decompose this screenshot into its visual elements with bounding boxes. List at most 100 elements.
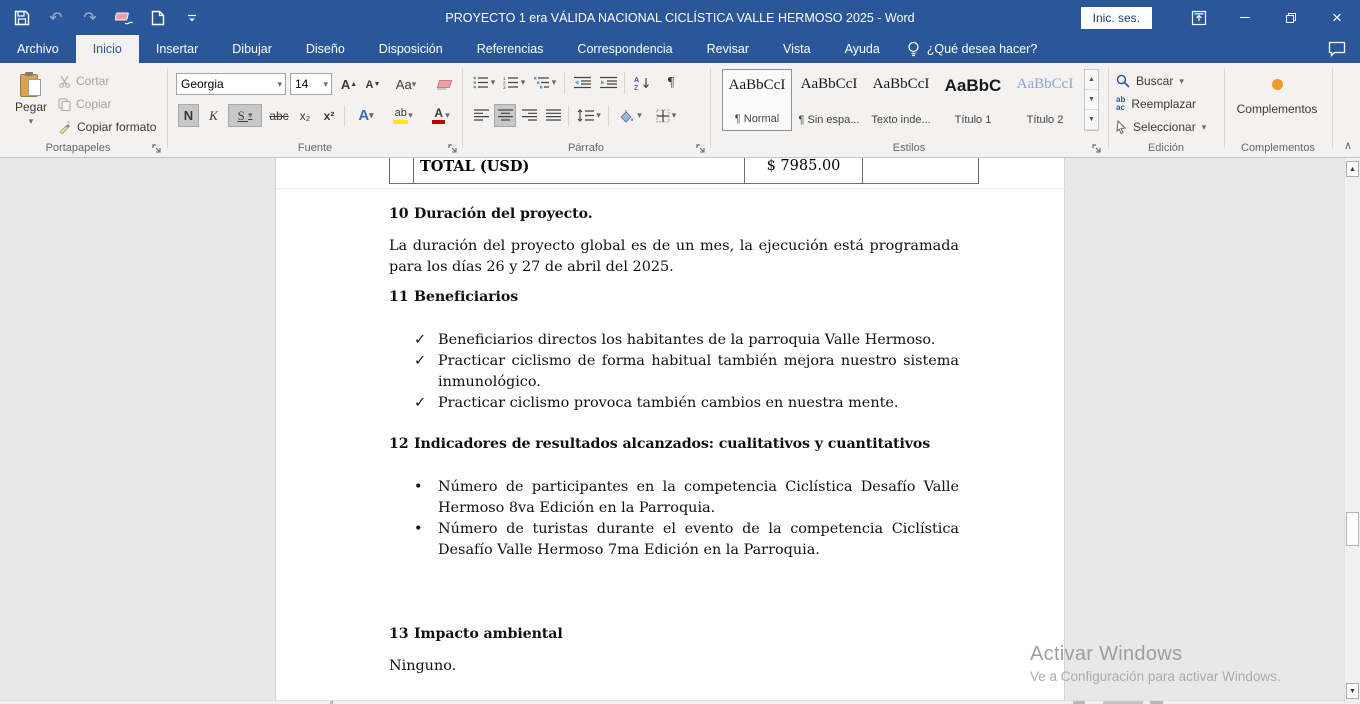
change-case-button[interactable]: Aa▾ xyxy=(390,73,422,96)
table-cell-total-label[interactable]: TOTAL (USD) xyxy=(414,158,745,184)
collapse-ribbon-icon[interactable]: ∧ xyxy=(1338,139,1358,155)
shrink-font-button[interactable]: A▼ xyxy=(362,73,384,96)
redo-icon[interactable]: ↷ xyxy=(80,8,100,28)
multilevel-list-button[interactable]: ▾ xyxy=(530,71,560,94)
numbered-list-button[interactable]: 123 ▾ xyxy=(500,71,528,94)
line-spacing-button[interactable]: ▾ xyxy=(574,104,604,127)
select-button[interactable]: Seleccionar ▾ xyxy=(1116,117,1206,137)
tab-disposición[interactable]: Disposición xyxy=(362,35,460,63)
new-document-icon[interactable] xyxy=(148,8,168,28)
tab-vista[interactable]: Vista xyxy=(766,35,828,63)
style-card-4[interactable]: AaBbCTítulo 1 xyxy=(938,69,1008,131)
close-button[interactable]: × xyxy=(1314,0,1360,35)
chevron-down-icon[interactable]: ▾ xyxy=(672,110,677,121)
tab-archivo[interactable]: Archivo xyxy=(0,35,76,63)
show-formatting-marks-button[interactable]: ¶ xyxy=(660,71,682,94)
styles-scroll-down-icon[interactable]: ▼ xyxy=(1085,90,1098,110)
chevron-down-icon[interactable]: ▾ xyxy=(637,110,642,121)
shading-button[interactable]: ▾ xyxy=(614,104,646,127)
chevron-down-icon[interactable]: ▾ xyxy=(1179,76,1184,87)
tab-revisar[interactable]: Revisar xyxy=(690,35,766,63)
table-cell-empty[interactable] xyxy=(390,158,414,184)
align-left-button[interactable] xyxy=(470,104,492,127)
document-canvas[interactable]: TOTAL (USD) $ 7985.00 10Duración del pro… xyxy=(0,158,1344,700)
grow-font-button[interactable]: A▲ xyxy=(338,73,360,96)
doc-sections[interactable]: 10Duración del proyecto.La duración del … xyxy=(389,187,959,677)
cut-button[interactable]: Cortar xyxy=(58,71,109,91)
borders-button[interactable]: ▾ xyxy=(650,104,682,127)
style-card-3[interactable]: AaBbCcITexto inde... xyxy=(866,69,936,131)
font-size-combobox[interactable]: ▾ xyxy=(290,73,332,95)
tell-me-box[interactable]: ¿Qué desea hacer? xyxy=(897,35,1048,63)
tab-ayuda[interactable]: Ayuda xyxy=(828,35,897,63)
paragraph-dialog-launcher-icon[interactable] xyxy=(696,144,707,155)
style-card-2[interactable]: AaBbCcI¶ Sin espa... xyxy=(794,69,864,131)
tab-referencias[interactable]: Referencias xyxy=(460,35,561,63)
tab-diseño[interactable]: Diseño xyxy=(289,35,362,63)
budget-table[interactable]: TOTAL (USD) $ 7985.00 xyxy=(389,158,979,184)
chevron-down-icon[interactable]: ▾ xyxy=(320,79,331,90)
save-icon[interactable] xyxy=(12,8,32,28)
scroll-up-icon[interactable]: ▲ xyxy=(1346,161,1359,177)
sign-in-button[interactable]: Inic. ses. xyxy=(1081,7,1152,29)
restore-button[interactable] xyxy=(1268,0,1314,35)
chevron-down-icon[interactable]: ▾ xyxy=(248,110,253,121)
decrease-indent-button[interactable] xyxy=(570,71,594,94)
strikethrough-button[interactable]: abc xyxy=(266,104,292,127)
chevron-down-icon[interactable]: ▾ xyxy=(491,77,496,88)
scrollbar-thumb[interactable] xyxy=(1346,512,1359,546)
sort-button[interactable]: AZ xyxy=(630,71,656,94)
chevron-down-icon[interactable]: ▾ xyxy=(596,110,601,121)
tab-inicio[interactable]: Inicio xyxy=(76,35,139,63)
qat-customize-icon[interactable] xyxy=(182,8,202,28)
chevron-down-icon[interactable]: ▾ xyxy=(1202,122,1207,133)
chevron-down-icon[interactable]: ▾ xyxy=(369,110,374,121)
styles-dialog-launcher-icon[interactable] xyxy=(1092,144,1103,155)
ribbon-display-options-icon[interactable] xyxy=(1176,0,1222,35)
text-effects-button[interactable]: A▾ xyxy=(350,104,382,127)
chevron-down-icon[interactable]: ▾ xyxy=(521,77,526,88)
undo-icon[interactable]: ↶ xyxy=(46,8,66,28)
scroll-down-icon[interactable]: ▼ xyxy=(1346,683,1359,699)
superscript-button[interactable]: x² xyxy=(318,104,340,127)
clipboard-dialog-launcher-icon[interactable] xyxy=(152,144,163,155)
font-color-button[interactable]: A▾ xyxy=(424,104,458,127)
chevron-down-icon[interactable]: ▾ xyxy=(552,77,557,88)
table-cell-empty[interactable] xyxy=(863,158,979,184)
style-card-1[interactable]: AaBbCcI¶ Normal xyxy=(722,69,792,131)
format-painter-button[interactable]: Copiar formato xyxy=(58,117,156,137)
minimize-button[interactable] xyxy=(1222,0,1268,35)
italic-button[interactable]: K xyxy=(203,104,224,127)
copy-button[interactable]: Copiar xyxy=(58,94,111,114)
chevron-down-icon[interactable]: ▾ xyxy=(445,110,450,121)
style-card-5[interactable]: AaBbCcITítulo 2 xyxy=(1010,69,1080,131)
chevron-down-icon[interactable]: ▾ xyxy=(274,79,285,90)
subscript-button[interactable]: x₂ xyxy=(294,104,316,127)
bullet-list-button[interactable]: ▾ xyxy=(470,71,498,94)
find-button[interactable]: Buscar ▾ xyxy=(1116,71,1184,91)
vertical-scrollbar[interactable]: ▲ ▼ xyxy=(1344,158,1360,704)
addins-button[interactable]: Complementos xyxy=(1232,71,1322,135)
font-name-combobox[interactable]: ▾ xyxy=(176,73,286,95)
feedback-comment-icon[interactable] xyxy=(1314,35,1360,63)
tab-correspondencia[interactable]: Correspondencia xyxy=(560,35,689,63)
paste-button[interactable]: Pegar ▾ xyxy=(10,68,52,140)
clear-formatting-button[interactable] xyxy=(432,73,456,96)
justify-button[interactable] xyxy=(542,104,564,127)
tab-insertar[interactable]: Insertar xyxy=(139,35,215,63)
eraser-icon[interactable] xyxy=(114,8,134,28)
bold-button[interactable]: N xyxy=(178,104,199,127)
styles-more-icon[interactable]: ▼ xyxy=(1085,110,1098,130)
styles-scroll-up-icon[interactable]: ▲ xyxy=(1085,70,1098,90)
replace-button[interactable]: abac Reemplazar xyxy=(1116,94,1196,114)
highlight-color-button[interactable]: ab▾ xyxy=(386,104,420,127)
document-page[interactable]: TOTAL (USD) $ 7985.00 10Duración del pro… xyxy=(275,158,1065,700)
align-right-button[interactable] xyxy=(518,104,540,127)
increase-indent-button[interactable] xyxy=(596,71,620,94)
tab-dibujar[interactable]: Dibujar xyxy=(215,35,289,63)
underline-button[interactable]: S ▾ xyxy=(228,104,262,127)
chevron-down-icon[interactable]: ▾ xyxy=(408,110,413,121)
table-cell-total-value[interactable]: $ 7985.00 xyxy=(745,158,863,184)
align-center-button[interactable] xyxy=(494,104,516,127)
font-name-input[interactable] xyxy=(177,75,274,93)
